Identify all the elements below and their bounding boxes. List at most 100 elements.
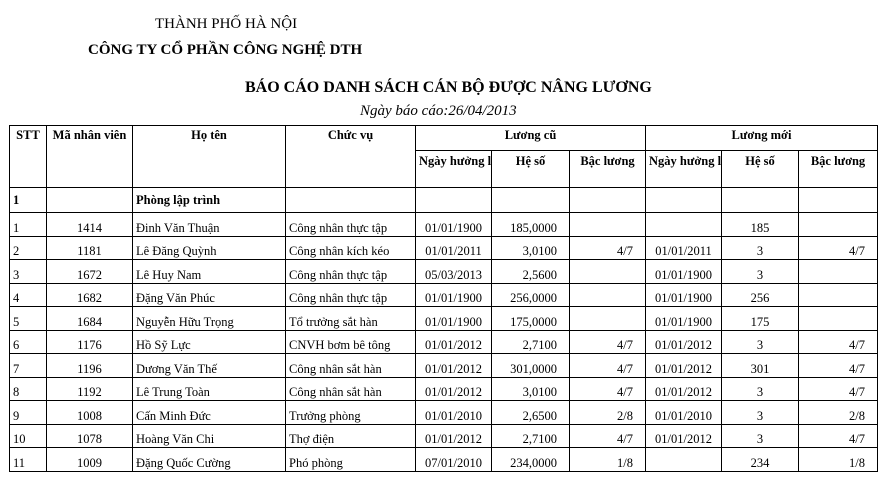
cell-employee-id: 1684 [46,306,133,331]
cell-position: Công nhân kích kéo [285,235,416,260]
col-header-old-coef: Hệ số [491,150,570,188]
table-row: 1 1414 Đinh Văn Thuận Công nhân thực tập 01/… [9,212,879,237]
col-header-stt: STT [9,125,47,188]
cell-new-grade: 4/7 [797,353,879,378]
col-header-employee-id: Mã nhân viên [46,125,133,188]
cell-old-coef: 185,0000 [491,212,570,237]
cell-new-grade: 4/7 [797,235,879,260]
col-header-full-name: Họ tên [132,125,286,188]
cell-old-date: 01/01/1900 [415,282,492,307]
cell-position: Công nhân thực tập [285,259,416,284]
cell-new-date: 01/01/2012 [645,329,722,354]
group-empty-cell [415,187,492,213]
table-row: 5 1684 Nguyễn Hữu Trọng Tổ trưởng sắt hàn 01… [9,306,879,331]
cell-old-grade: 2/8 [569,400,646,425]
cell-position: Công nhân sắt hàn [285,353,416,378]
table-row: 8 1192 Lê Trung Toàn Công nhân sắt hàn 01/01… [9,376,879,401]
cell-new-date [645,212,722,237]
col-header-new-grade: Bậc lương [797,150,879,188]
cell-new-grade: 4/7 [797,376,879,401]
cell-new-date: 01/01/2011 [645,235,722,260]
cell-full-name: Đặng Quốc Cường [132,447,286,472]
col-header-position: Chức vụ [285,125,416,188]
cell-new-grade: 2/8 [797,400,879,425]
group-empty-cell [645,187,722,213]
cell-new-grade [797,282,879,307]
cell-employee-id: 1078 [46,423,133,448]
cell-full-name: Lê Đăng Quỳnh [132,235,286,260]
table-row: 11 1009 Đặng Quốc Cường Phó phòng 07/01/2010… [9,447,879,472]
cell-stt: 11 [9,447,47,472]
cell-new-coef: 256 [721,282,799,307]
cell-employee-id: 1181 [46,235,133,260]
group-name: Phòng lập trình [132,187,286,213]
city-header: THÀNH PHỐ HÀ NỘI [155,16,298,32]
group-empty-cell [569,187,646,213]
cell-employee-id: 1192 [46,376,133,401]
cell-employee-id: 1196 [46,353,133,378]
cell-old-coef: 2,7100 [491,423,570,448]
cell-new-coef: 3 [721,329,799,354]
cell-stt: 4 [9,282,47,307]
cell-position: Phó phòng [285,447,416,472]
salary-report-table: STT Mã nhân viên Họ tên Chức vụ Lương cũ… [9,125,879,472]
cell-old-date: 01/01/2012 [415,329,492,354]
col-header-old-grade: Bậc lương [569,150,646,188]
cell-old-coef: 256,0000 [491,282,570,307]
cell-full-name: Đặng Văn Phúc [132,282,286,307]
col-header-old-date: Ngày hưởng lương [415,150,492,188]
cell-new-coef: 234 [721,447,799,472]
cell-employee-id: 1414 [46,212,133,237]
cell-position: Công nhân thực tập [285,212,416,237]
col-header-new-coef: Hệ số [721,150,799,188]
cell-old-grade: 4/7 [569,329,646,354]
cell-new-date: 01/01/2012 [645,353,722,378]
cell-new-coef: 301 [721,353,799,378]
cell-old-grade: 1/8 [569,447,646,472]
table-row: 6 1176 Hồ Sỹ Lực CNVH bơm bê tông 01/01/2012… [9,329,879,354]
group-empty-cell [491,187,570,213]
cell-old-grade: 4/7 [569,376,646,401]
cell-new-coef: 185 [721,212,799,237]
cell-old-grade [569,306,646,331]
cell-stt: 1 [9,212,47,237]
cell-new-coef: 3 [721,423,799,448]
col-header-old-salary: Lương cũ [415,125,646,151]
cell-old-coef: 2,7100 [491,329,570,354]
col-header-new-date: Ngày hưởng lương [645,150,722,188]
cell-position: Thợ điện [285,423,416,448]
cell-new-grade [797,212,879,237]
cell-stt: 8 [9,376,47,401]
cell-full-name: Hoàng Văn Chi [132,423,286,448]
company-name: CÔNG TY CỔ PHẦN CÔNG NGHỆ DTH [88,42,363,58]
cell-old-date: 07/01/2010 [415,447,492,472]
cell-old-date: 01/01/2012 [415,353,492,378]
cell-stt: 3 [9,259,47,284]
cell-full-name: Lê Trung Toàn [132,376,286,401]
cell-employee-id: 1176 [46,329,133,354]
group-stt: 1 [9,187,47,213]
cell-position: Công nhân sắt hàn [285,376,416,401]
cell-old-coef: 234,0000 [491,447,570,472]
cell-stt: 2 [9,235,47,260]
cell-employee-id: 1672 [46,259,133,284]
group-empty-cell [797,187,879,213]
table-row: 2 1181 Lê Đăng Quỳnh Công nhân kích kéo 01/0… [9,235,879,260]
cell-stt: 5 [9,306,47,331]
cell-old-grade: 4/7 [569,423,646,448]
cell-old-coef: 3,0100 [491,376,570,401]
group-empty-cell [46,187,133,213]
cell-new-date: 01/01/1900 [645,282,722,307]
cell-old-date: 01/01/1900 [415,306,492,331]
cell-old-coef: 2,5600 [491,259,570,284]
group-empty-cell [285,187,416,213]
cell-full-name: Hồ Sỹ Lực [132,329,286,354]
cell-old-date: 01/01/2010 [415,400,492,425]
cell-stt: 10 [9,423,47,448]
cell-full-name: Dương Văn Thế [132,353,286,378]
table-row: 7 1196 Dương Văn Thế Công nhân sắt hàn 01/01… [9,353,879,378]
cell-old-grade: 4/7 [569,353,646,378]
report-title: BÁO CÁO DANH SÁCH CÁN BỘ ĐƯỢC NÂNG LƯƠNG [245,79,652,96]
cell-full-name: Lê Huy Nam [132,259,286,284]
cell-stt: 7 [9,353,47,378]
